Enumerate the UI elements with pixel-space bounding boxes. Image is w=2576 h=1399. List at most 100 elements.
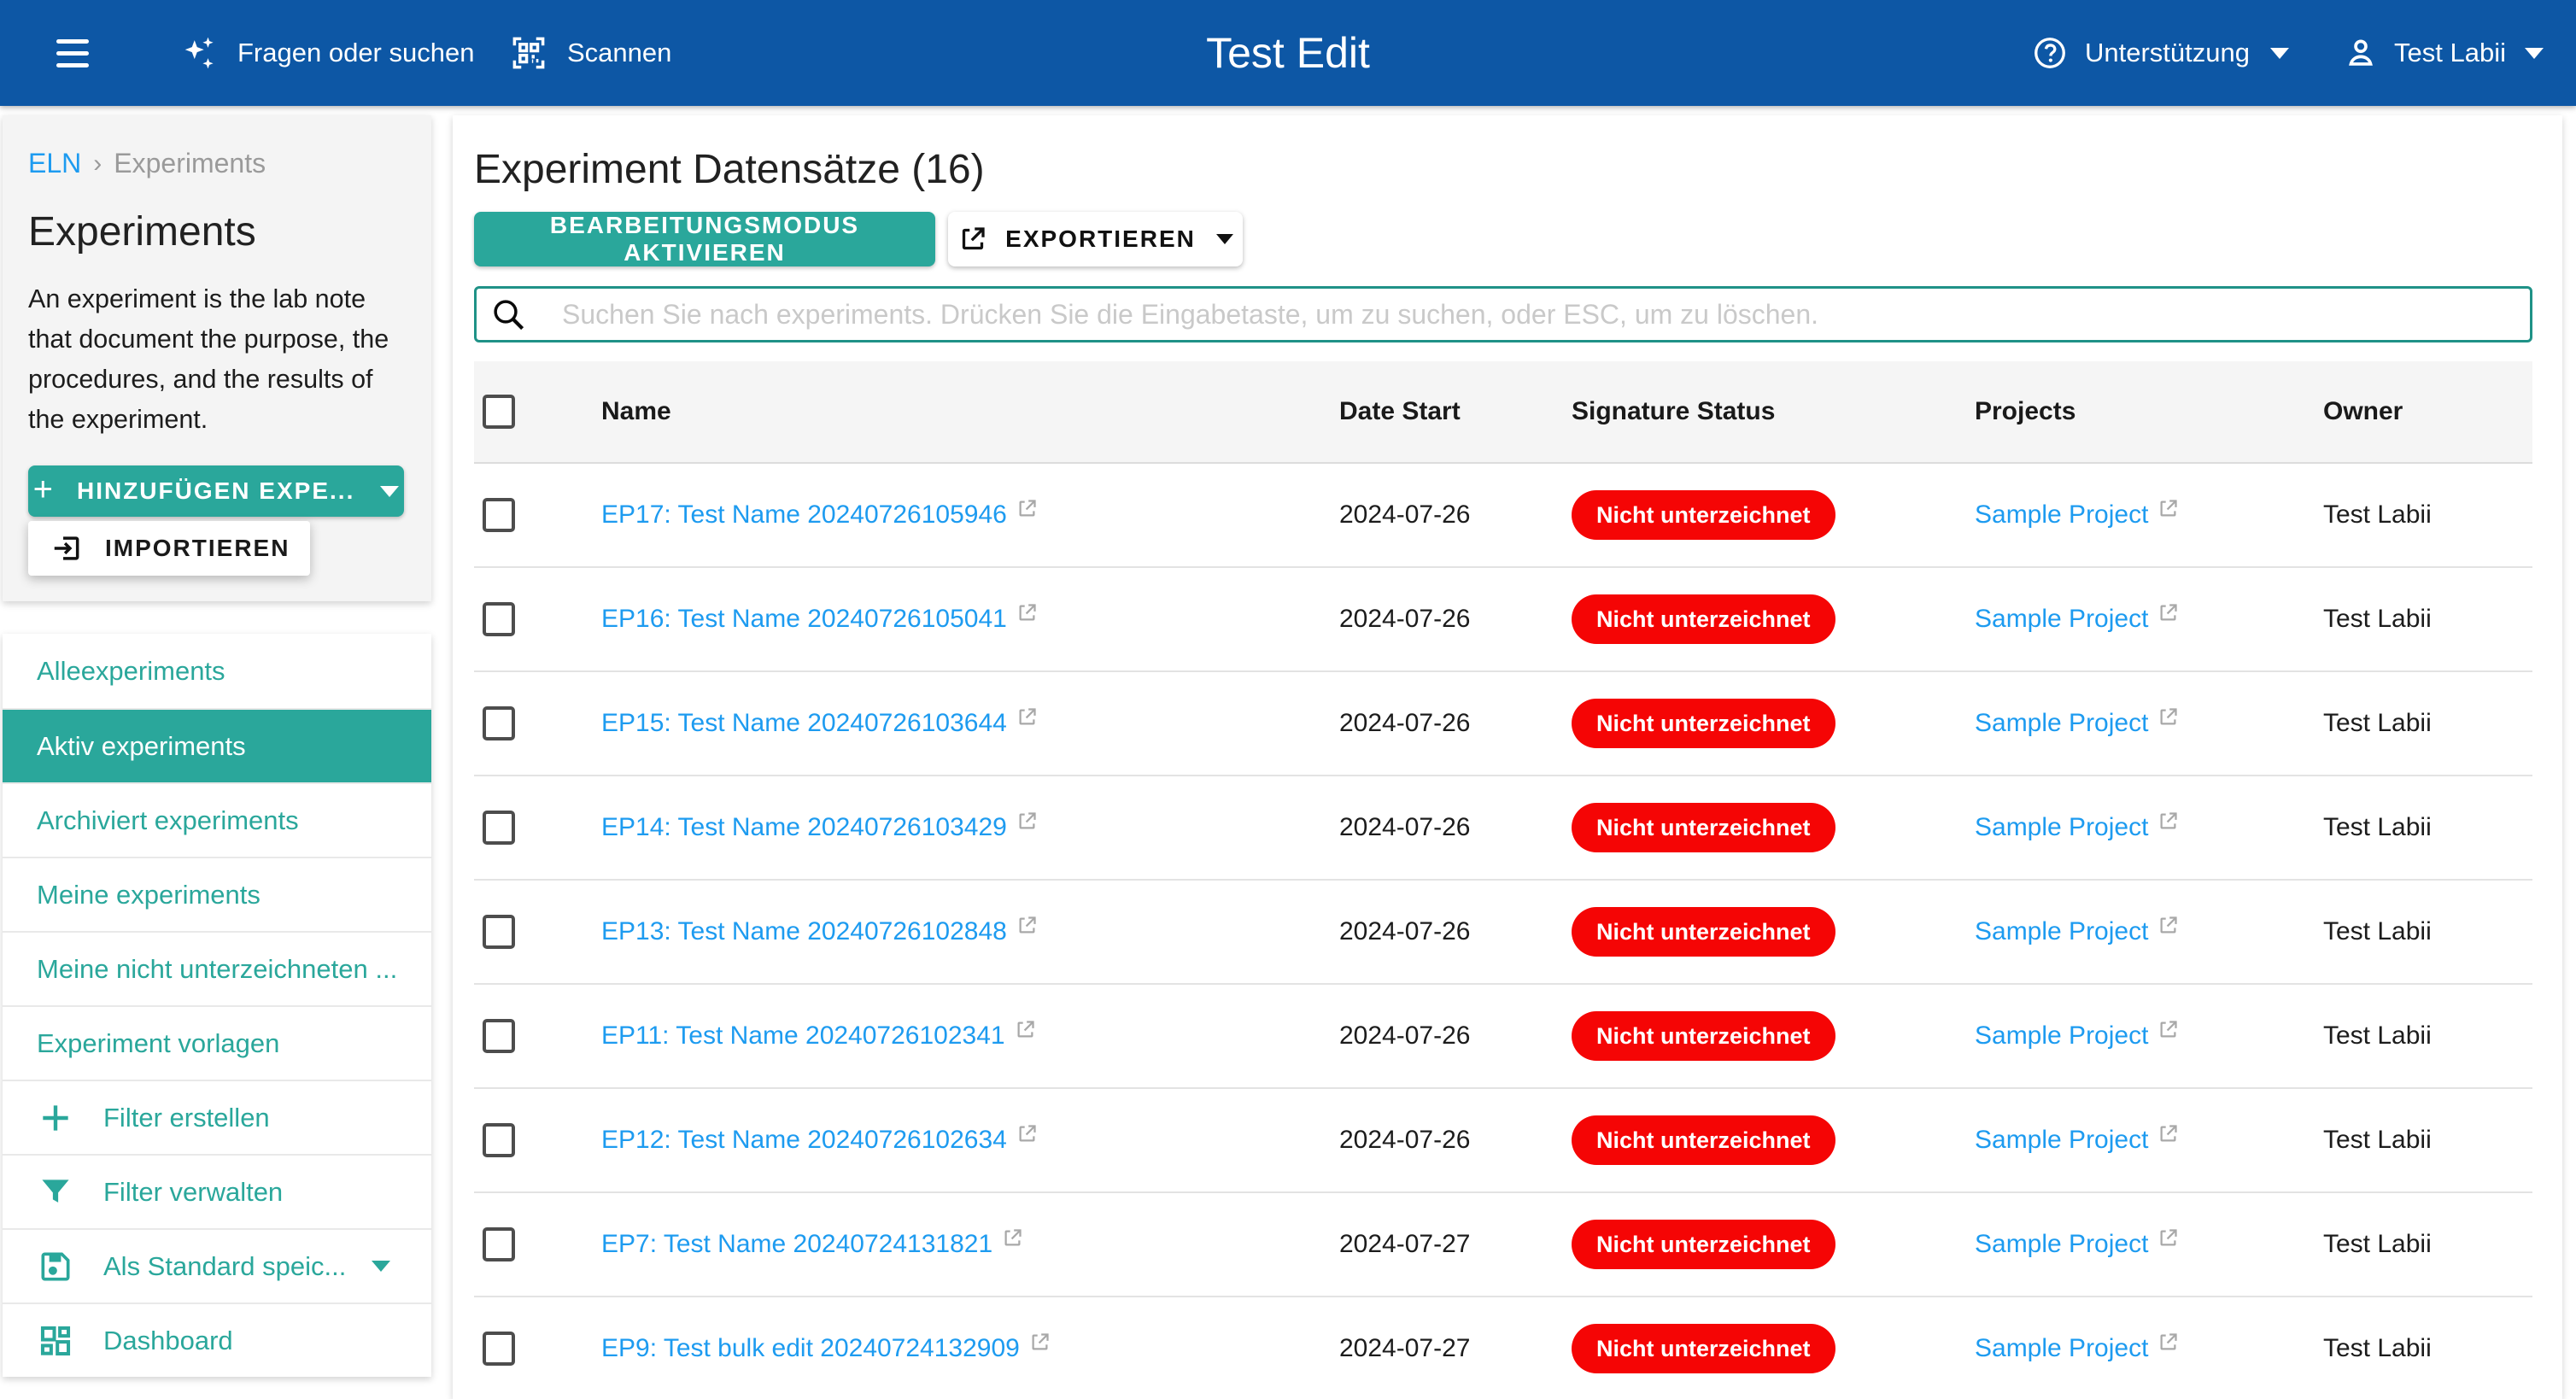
add-experiment-label: HINZUFÜGEN EXPE... [77, 477, 354, 505]
breadcrumb-eln-link[interactable]: ELN [28, 148, 81, 179]
project-link[interactable]: Sample Project [1975, 1228, 2148, 1261]
signature-status-badge: Nicht unterzeichnet [1572, 907, 1835, 957]
save-icon [37, 1248, 74, 1285]
date-start-cell: 2024-07-26 [1339, 709, 1572, 738]
project-link[interactable]: Sample Project [1975, 811, 2148, 844]
table-row: EP9: Test bulk edit 20240724132909 2024-… [474, 1297, 2532, 1399]
support-label: Unterstützung [2085, 38, 2250, 68]
owner-cell: Test Labii [2323, 813, 2532, 842]
signature-status-badge: Nicht unterzeichnet [1572, 803, 1835, 852]
breadcrumb: ELN › Experiments [28, 148, 406, 179]
records-title: Experiment Datensätze (16) [474, 146, 2532, 193]
filter-icon [37, 1174, 74, 1211]
experiment-link[interactable]: EP12: Test Name 20240726102634 [601, 1124, 1007, 1156]
sidebar-item-als-standard-speic[interactable]: Als Standard speic... [3, 1228, 431, 1302]
sidebar-item-alleexperiments[interactable]: Alleexperiments [3, 634, 431, 708]
sidebar-filter-menu: Alleexperiments Aktiv experiments Archivie… [3, 634, 431, 1377]
external-link-icon [1016, 810, 1039, 833]
table-header: Name Date Start Signature Status Project… [474, 361, 2532, 464]
add-experiment-button[interactable]: + HINZUFÜGEN EXPE... [28, 465, 404, 517]
ask-or-search-button[interactable]: Fragen oder suchen [181, 0, 474, 106]
sidebar-item-label: Filter verwalten [103, 1177, 283, 1208]
column-header-owner: Owner [2323, 397, 2532, 426]
row-checkbox[interactable] [483, 811, 515, 845]
search-bar [474, 286, 2532, 342]
external-link-icon [2157, 1226, 2180, 1250]
experiment-link[interactable]: EP11: Test Name 20240726102341 [601, 1020, 1005, 1052]
owner-cell: Test Labii [2323, 605, 2532, 634]
project-link[interactable]: Sample Project [1975, 1124, 2148, 1156]
owner-cell: Test Labii [2323, 1230, 2532, 1259]
sidebar-item-label: Aktiv experiments [37, 731, 246, 762]
select-all-checkbox[interactable] [483, 395, 515, 429]
row-checkbox[interactable] [483, 706, 515, 740]
signature-status-badge: Nicht unterzeichnet [1572, 1324, 1835, 1373]
user-menu[interactable]: Test Labii [2343, 0, 2544, 106]
menu-button[interactable] [56, 0, 94, 106]
chevron-down-icon [1216, 234, 1233, 244]
row-checkbox[interactable] [483, 1332, 515, 1366]
scan-button[interactable]: Scannen [511, 0, 671, 106]
qr-scanner-icon [511, 35, 547, 71]
experiment-link[interactable]: EP15: Test Name 20240726103644 [601, 707, 1007, 740]
breadcrumb-current: Experiments [114, 148, 266, 179]
dashboard-icon [37, 1322, 74, 1360]
project-link[interactable]: Sample Project [1975, 916, 2148, 948]
table-row: EP13: Test Name 20240726102848 2024-07-2… [474, 881, 2532, 985]
page-title: Test Edit [1206, 0, 1370, 106]
experiment-link[interactable]: EP13: Test Name 20240726102848 [601, 916, 1007, 948]
signature-status-badge: Nicht unterzeichnet [1572, 1220, 1835, 1269]
row-checkbox[interactable] [483, 1227, 515, 1261]
sidebar-item-dashboard[interactable]: Dashboard [3, 1302, 431, 1377]
experiment-link[interactable]: EP17: Test Name 20240726105946 [601, 499, 1007, 531]
date-start-cell: 2024-07-27 [1339, 1334, 1572, 1363]
project-link[interactable]: Sample Project [1975, 707, 2148, 740]
activate-edit-mode-button[interactable]: BEARBEITUNGSMODUS AKTIVIEREN [474, 212, 935, 266]
experiment-link[interactable]: EP7: Test Name 20240724131821 [601, 1228, 992, 1261]
external-link-icon [2157, 1122, 2180, 1145]
export-button[interactable]: EXPORTIEREN [948, 212, 1243, 266]
ask-or-search-label: Fragen oder suchen [237, 38, 474, 68]
external-link-icon [2157, 705, 2180, 729]
row-checkbox[interactable] [483, 602, 515, 636]
import-menu-item[interactable]: IMPORTIEREN [28, 521, 310, 576]
support-menu[interactable]: Unterstützung [2032, 0, 2289, 106]
sidebar-item-experiment-vorlagen[interactable]: Experiment vorlagen [3, 1005, 431, 1080]
sidebar-description: An experiment is the lab note that docum… [28, 279, 414, 440]
sidebar-item-archiviert-experiments[interactable]: Archiviert experiments [3, 782, 431, 857]
toolbar: BEARBEITUNGSMODUS AKTIVIEREN EXPORTIEREN [474, 212, 2532, 266]
experiment-link[interactable]: EP14: Test Name 20240726103429 [601, 811, 1007, 844]
sidebar-item-meine-nicht-unterzeichneten[interactable]: Meine nicht unterzeichneten ... [3, 931, 431, 1005]
project-link[interactable]: Sample Project [1975, 1020, 2148, 1052]
plus-icon: + [33, 471, 55, 509]
owner-cell: Test Labii [2323, 1126, 2532, 1155]
chevron-down-icon [2270, 48, 2289, 59]
chevron-down-icon [372, 1261, 390, 1272]
signature-status-badge: Nicht unterzeichnet [1572, 594, 1835, 644]
hamburger-icon [56, 39, 89, 44]
owner-cell: Test Labii [2323, 1334, 2532, 1363]
row-checkbox[interactable] [483, 1019, 515, 1053]
experiment-link[interactable]: EP16: Test Name 20240726105041 [601, 603, 1007, 635]
sidebar-item-meine-experiments[interactable]: Meine experiments [3, 857, 431, 931]
sidebar-item-filter-verwalten[interactable]: Filter verwalten [3, 1154, 431, 1228]
row-checkbox[interactable] [483, 498, 515, 532]
row-checkbox[interactable] [483, 1123, 515, 1157]
external-link-icon [1016, 914, 1039, 937]
project-link[interactable]: Sample Project [1975, 603, 2148, 635]
external-link-icon [1016, 497, 1039, 520]
export-label: EXPORTIEREN [1005, 225, 1196, 253]
column-header-signature-status: Signature Status [1572, 397, 1975, 426]
sidebar-item-aktiv-experiments[interactable]: Aktiv experiments [3, 708, 431, 782]
row-checkbox[interactable] [483, 915, 515, 949]
external-link-icon [1028, 1331, 1051, 1354]
experiment-link[interactable]: EP9: Test bulk edit 20240724132909 [601, 1332, 1020, 1365]
external-link-icon [2157, 601, 2180, 624]
person-icon [2343, 35, 2379, 71]
project-link[interactable]: Sample Project [1975, 1332, 2148, 1365]
search-input[interactable] [562, 299, 2513, 331]
project-link[interactable]: Sample Project [1975, 499, 2148, 531]
external-link-icon [1016, 705, 1039, 729]
sidebar-item-label: Archiviert experiments [37, 805, 299, 836]
sidebar-item-filter-erstellen[interactable]: Filter erstellen [3, 1080, 431, 1154]
